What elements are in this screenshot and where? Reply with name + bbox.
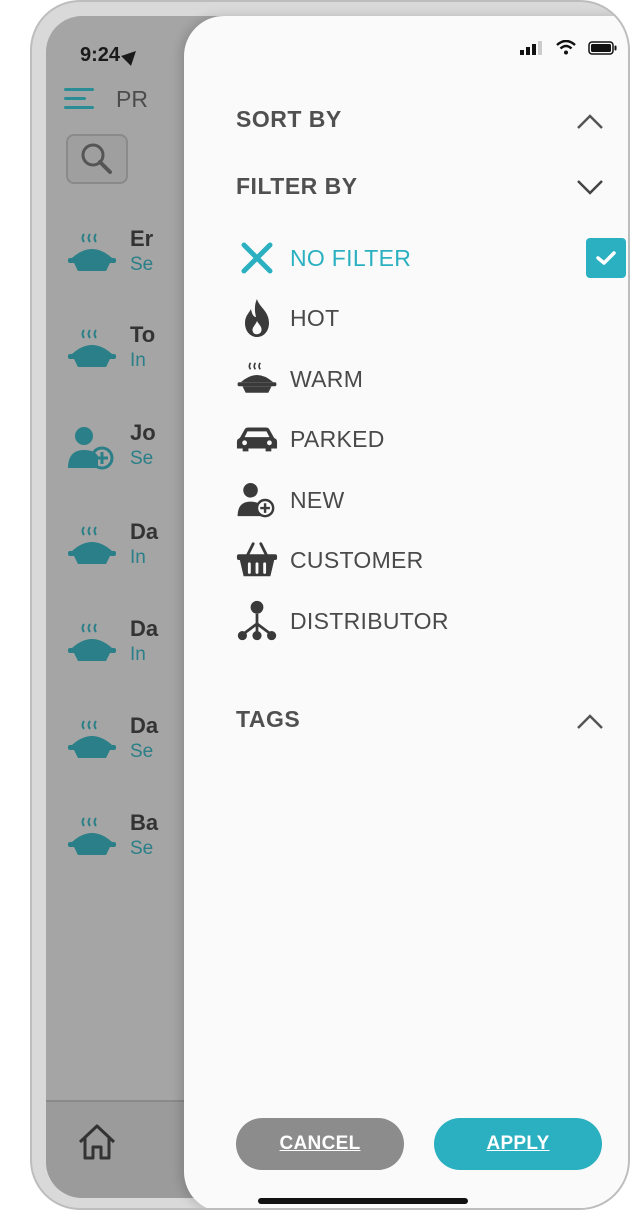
row-name: Ba — [130, 810, 159, 835]
filter-option-distributor[interactable]: DISTRIBUTOR — [236, 599, 449, 643]
filter-option-warm[interactable]: WARM — [236, 357, 363, 401]
list-item[interactable]: To In — [62, 322, 182, 382]
filter-label: WARM — [290, 365, 364, 392]
pie-icon — [68, 329, 116, 367]
add-user-icon — [68, 427, 114, 470]
filter-by-heading[interactable]: FILTER BY — [236, 173, 358, 200]
row-name: Jo — [130, 420, 156, 445]
signal-icon — [520, 40, 542, 55]
basket-icon — [236, 539, 278, 581]
row-sub: Se — [130, 838, 154, 859]
wifi-icon — [556, 40, 576, 55]
list-item[interactable]: Da In — [62, 616, 182, 676]
chevron-up-icon[interactable] — [576, 112, 604, 130]
list-item[interactable]: Da In — [62, 519, 182, 579]
phone-frame: 9:24 PR Er Se To In Jo Se Da In Da In Da… — [30, 0, 630, 1210]
filter-option-no-filter[interactable]: NO FILTER — [236, 236, 411, 280]
pie-icon — [68, 817, 116, 855]
add-user-icon — [236, 479, 278, 521]
filter-drawer: SORT BY FILTER BY NO FILTER HOT WARM PAR… — [184, 16, 628, 1208]
row-sub: Se — [130, 254, 154, 275]
row-sub: In — [130, 350, 146, 371]
filter-label: NEW — [290, 486, 345, 513]
status-time-text: 9:24 — [80, 44, 121, 66]
row-name: Da — [130, 713, 159, 738]
filter-label: DISTRIBUTOR — [290, 607, 449, 634]
row-name: Er — [130, 226, 154, 251]
status-icons — [520, 40, 618, 55]
pie-icon — [68, 526, 116, 564]
menu-icon[interactable] — [64, 86, 98, 112]
no-filter-checkbox[interactable] — [586, 238, 626, 278]
check-icon — [596, 251, 616, 265]
battery-icon — [588, 40, 617, 55]
pie-icon — [68, 623, 116, 661]
apply-button[interactable]: APPLY — [434, 1118, 602, 1170]
list-item[interactable]: Da Se — [62, 713, 182, 773]
cancel-button[interactable]: CANCEL — [236, 1118, 404, 1170]
tags-heading[interactable]: TAGS — [236, 706, 300, 733]
search-icon — [81, 143, 112, 174]
filter-label: HOT — [290, 304, 340, 331]
pie-icon — [68, 233, 116, 271]
row-sub: Se — [130, 741, 154, 762]
row-sub: In — [130, 644, 146, 665]
row-name: Da — [130, 616, 159, 641]
chevron-down-icon[interactable] — [576, 178, 604, 196]
pie-icon — [68, 720, 116, 758]
chevron-up-icon[interactable] — [576, 712, 604, 730]
filter-option-new[interactable]: NEW — [236, 478, 345, 522]
app-title: PR — [116, 86, 148, 112]
row-sub: In — [130, 547, 146, 568]
location-arrow-icon — [121, 45, 141, 66]
home-icon[interactable] — [76, 1122, 118, 1162]
search-button[interactable] — [66, 134, 128, 184]
filter-label: NO FILTER — [290, 244, 412, 271]
filter-label: CUSTOMER — [290, 546, 424, 573]
close-icon — [236, 237, 278, 279]
filter-option-customer[interactable]: CUSTOMER — [236, 538, 424, 582]
fire-icon — [236, 297, 278, 339]
list-item[interactable]: Ba Se — [62, 810, 182, 870]
car-icon — [236, 418, 278, 460]
hierarchy-icon — [236, 600, 278, 642]
sort-by-heading[interactable]: SORT BY — [236, 106, 342, 133]
pie-icon — [236, 358, 278, 400]
status-time: 9:24 — [80, 44, 141, 67]
list-item[interactable]: Jo Se — [62, 420, 182, 480]
filter-option-hot[interactable]: HOT — [236, 296, 339, 340]
list-item[interactable]: Er Se — [62, 226, 182, 286]
row-name: Da — [130, 519, 159, 544]
filter-label: PARKED — [290, 425, 385, 452]
home-indicator — [258, 1198, 468, 1204]
filter-option-parked[interactable]: PARKED — [236, 417, 385, 461]
row-name: To — [130, 322, 156, 347]
row-sub: Se — [130, 448, 154, 469]
